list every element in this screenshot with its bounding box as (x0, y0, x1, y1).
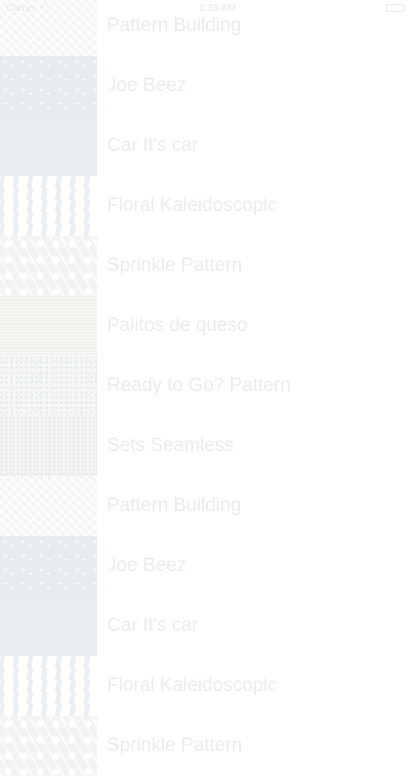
pattern-title: Pattern Building (107, 15, 242, 36)
pattern-title: Joe Beez (107, 555, 187, 576)
wifi-icon: ◠ (40, 2, 50, 14)
pattern-row[interactable]: Joe Beez (0, 56, 410, 116)
pattern-thumbnail (0, 296, 97, 356)
pattern-row[interactable]: Floral Kaleidoscopic (0, 656, 410, 716)
pattern-list[interactable]: Pattern Building Joe Beez Car It's car Flor… (0, 0, 410, 776)
pattern-thumbnail (0, 416, 97, 476)
pattern-thumbnail (0, 716, 97, 776)
pattern-thumbnail (0, 596, 97, 656)
pattern-thumbnail (0, 116, 97, 176)
pattern-title: Joe Beez (107, 75, 187, 96)
pattern-thumbnail (0, 356, 97, 416)
status-bar: Carrier ◠ 3:38 AM (0, 0, 410, 16)
pattern-row[interactable]: Joe Beez (0, 536, 410, 596)
pattern-row[interactable]: Sprinkle Pattern (0, 716, 410, 776)
pattern-row[interactable]: Floral Kaleidoscopic (0, 176, 410, 236)
pattern-title: Ready to Go? Pattern (107, 375, 291, 396)
pattern-thumbnail (0, 476, 97, 536)
pattern-row[interactable]: Pattern Building (0, 476, 410, 536)
pattern-title: Palitos de queso (107, 315, 248, 336)
status-bar-left: Carrier ◠ (6, 3, 49, 14)
pattern-row[interactable]: Palitos de queso (0, 296, 410, 356)
pattern-row[interactable]: Sprinkle Pattern (0, 236, 410, 296)
battery-icon (386, 4, 404, 12)
status-time: 3:38 AM (199, 2, 236, 14)
pattern-title: Sprinkle Pattern (107, 255, 243, 276)
pattern-title: Pattern Building (107, 495, 242, 516)
pattern-title: Floral Kaleidoscopic (107, 675, 278, 696)
pattern-title: Car It's car (107, 615, 199, 636)
pattern-thumbnail (0, 656, 97, 716)
pattern-row[interactable]: Ready to Go? Pattern (0, 356, 410, 416)
carrier-label: Carrier (6, 2, 37, 14)
pattern-row[interactable]: Sets Seamless (0, 416, 410, 476)
pattern-thumbnail (0, 536, 97, 596)
pattern-thumbnail (0, 56, 97, 116)
pattern-row[interactable]: Car It's car (0, 596, 410, 656)
pattern-thumbnail (0, 176, 97, 236)
pattern-thumbnail (0, 236, 97, 296)
pattern-title: Floral Kaleidoscopic (107, 195, 278, 216)
pattern-title: Sprinkle Pattern (107, 735, 243, 756)
pattern-title: Sets Seamless (107, 435, 234, 456)
pattern-title: Car It's car (107, 135, 199, 156)
status-bar-right (386, 4, 404, 12)
pattern-row[interactable]: Car It's car (0, 116, 410, 176)
